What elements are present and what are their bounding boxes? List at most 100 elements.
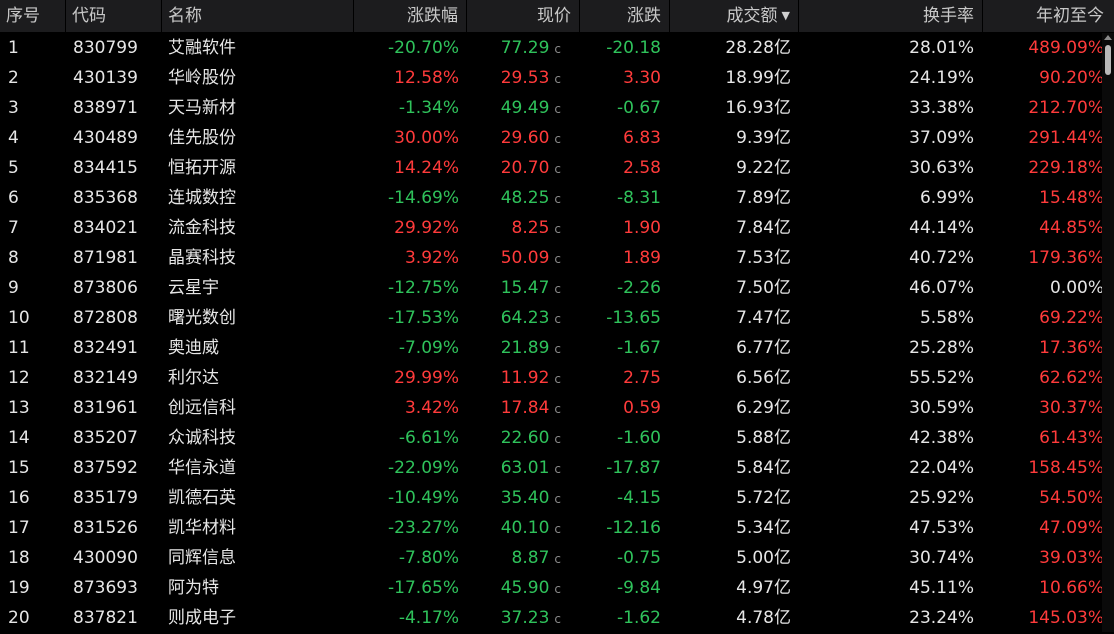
turnover-rate: 6.99% xyxy=(919,188,974,208)
scrollbar-thumb[interactable] xyxy=(1105,45,1111,75)
turnover-amount: 7.53亿 xyxy=(736,248,791,268)
stock-name: 天马新材 xyxy=(168,98,236,118)
stock-name: 则成电子 xyxy=(168,608,236,628)
ytd-change: 62.62% xyxy=(1039,368,1104,388)
row-index: 14 xyxy=(8,428,30,448)
current-price: 48.25 xyxy=(500,188,550,208)
price-change: -4.15 xyxy=(617,488,661,508)
turnover-rate: 5.58% xyxy=(919,308,974,328)
turnover-rate: 37.09% xyxy=(909,128,974,148)
current-price-cell: 77.29 c xyxy=(467,33,561,63)
table-row[interactable]: 12 832149 利尔达 29.99% 11.92 c 2.75 6.56亿 55.52% 62… xyxy=(0,363,1114,393)
price-flag: c xyxy=(554,72,561,86)
change-percent: 30.00% xyxy=(394,128,459,148)
table-row[interactable]: 1 830799 艾融软件 -20.70% 77.29 c -20.18 28.28亿 28.0… xyxy=(0,33,1114,63)
change-percent: -17.53% xyxy=(388,308,459,328)
column-header-turnover-rate[interactable]: 换手率 xyxy=(799,0,983,32)
turnover-amount: 16.93亿 xyxy=(725,98,791,118)
table-row[interactable]: 11 832491 奥迪威 -7.09% 21.89 c -1.67 6.77亿 25.28% 1… xyxy=(0,333,1114,363)
turnover-amount: 5.88亿 xyxy=(736,428,791,448)
turnover-rate: 28.01% xyxy=(909,38,974,58)
stock-code: 837592 xyxy=(73,458,138,478)
turnover-rate: 33.38% xyxy=(909,98,974,118)
ytd-change: 30.37% xyxy=(1039,398,1104,418)
table-row[interactable]: 3 838971 天马新材 -1.34% 49.49 c -0.67 16.93亿 33.38%… xyxy=(0,93,1114,123)
turnover-amount: 28.28亿 xyxy=(725,38,791,58)
table-row[interactable]: 20 837821 则成电子 -4.17% 37.23 c -1.62 4.78亿 23.24%… xyxy=(0,603,1114,633)
column-header-code-label: 代码 xyxy=(72,6,106,26)
column-header-ytd[interactable]: 年初至今 xyxy=(983,0,1114,32)
column-header-turnover-rate-label: 换手率 xyxy=(923,6,974,26)
current-price-cell: 49.49 c xyxy=(467,93,561,123)
current-price: 35.40 xyxy=(500,488,550,508)
row-index: 20 xyxy=(8,608,30,628)
table-row[interactable]: 7 834021 流金科技 29.92% 8.25 c 1.90 7.84亿 44.14% 44.… xyxy=(0,213,1114,243)
table-row[interactable]: 13 831961 创远信科 3.42% 17.84 c 0.59 6.29亿 30.59% 30… xyxy=(0,393,1114,423)
stock-name: 华岭股份 xyxy=(168,68,236,88)
price-flag: c xyxy=(554,582,561,596)
stock-code: 838971 xyxy=(73,98,138,118)
column-header-change[interactable]: 涨跌 xyxy=(580,0,670,32)
column-header-change-pct[interactable]: 涨跌幅 xyxy=(354,0,467,32)
table-row[interactable]: 17 831526 凯华材料 -23.27% 40.10 c -12.16 5.34亿 47.5… xyxy=(0,513,1114,543)
price-flag: c xyxy=(554,162,561,176)
ytd-change: 212.70% xyxy=(1028,98,1104,118)
ytd-change: 44.85% xyxy=(1039,218,1104,238)
column-header-code[interactable]: 代码 xyxy=(66,0,162,32)
turnover-rate: 30.63% xyxy=(909,158,974,178)
column-header-index-label: 序号 xyxy=(6,6,40,26)
table-row[interactable]: 19 873693 阿为特 -17.65% 45.90 c -9.84 4.97亿 45.11%… xyxy=(0,573,1114,603)
price-flag: c xyxy=(554,282,561,296)
stock-name: 云星宇 xyxy=(168,278,219,298)
stock-name: 佳先股份 xyxy=(168,128,236,148)
current-price: 40.10 xyxy=(500,518,550,538)
sort-desc-icon[interactable]: ▼ xyxy=(782,0,790,32)
current-price-cell: 63.01 c xyxy=(467,453,561,483)
current-price: 63.01 xyxy=(500,458,550,478)
price-flag: c xyxy=(554,372,561,386)
ytd-change: 61.43% xyxy=(1039,428,1104,448)
stock-code: 834021 xyxy=(73,218,138,238)
column-header-index[interactable]: 序号 xyxy=(0,0,66,32)
stock-name: 利尔达 xyxy=(168,368,219,388)
scroll-up-arrow-icon[interactable] xyxy=(1104,35,1112,40)
table-row[interactable]: 18 430090 同辉信息 -7.80% 8.87 c -0.75 5.00亿 30.74% 3… xyxy=(0,543,1114,573)
price-change: -8.31 xyxy=(617,188,661,208)
table-row[interactable]: 9 873806 云星宇 -12.75% 15.47 c -2.26 7.50亿 46.07% 0… xyxy=(0,273,1114,303)
table-row[interactable]: 2 430139 华岭股份 12.58% 29.53 c 3.30 18.99亿 24.19% 9… xyxy=(0,63,1114,93)
table-row[interactable]: 16 835179 凯德石英 -10.49% 35.40 c -4.15 5.72亿 25.92… xyxy=(0,483,1114,513)
stock-code: 430090 xyxy=(73,548,138,568)
current-price: 20.70 xyxy=(500,158,550,178)
vertical-scrollbar[interactable] xyxy=(1102,33,1114,632)
current-price-cell: 48.25 c xyxy=(467,183,561,213)
table-row[interactable]: 4 430489 佳先股份 30.00% 29.60 c 6.83 9.39亿 37.09% 29… xyxy=(0,123,1114,153)
turnover-amount: 5.72亿 xyxy=(736,488,791,508)
column-header-ytd-label: 年初至今 xyxy=(1036,6,1104,26)
ytd-change: 17.36% xyxy=(1039,338,1104,358)
table-row[interactable]: 8 871981 晶赛科技 3.92% 50.09 c 1.89 7.53亿 40.72% 179… xyxy=(0,243,1114,273)
change-percent: -22.09% xyxy=(388,458,459,478)
table-row[interactable]: 15 837592 华信永道 -22.09% 63.01 c -17.87 5.84亿 22.0… xyxy=(0,453,1114,483)
price-flag: c xyxy=(554,42,561,56)
change-percent: -12.75% xyxy=(388,278,459,298)
ytd-change: 47.09% xyxy=(1039,518,1104,538)
column-header-price[interactable]: 现价 xyxy=(467,0,580,32)
current-price: 8.25 xyxy=(511,218,550,238)
stock-name: 同辉信息 xyxy=(168,548,236,568)
table-row[interactable]: 10 872808 曙光数创 -17.53% 64.23 c -13.65 7.47亿 5.58… xyxy=(0,303,1114,333)
stock-name: 流金科技 xyxy=(168,218,236,238)
current-price: 64.23 xyxy=(500,308,550,328)
stock-code: 873693 xyxy=(73,578,138,598)
ytd-change: 10.66% xyxy=(1039,578,1104,598)
current-price: 29.60 xyxy=(500,128,550,148)
column-header-name[interactable]: 名称 xyxy=(162,0,354,32)
table-row[interactable]: 6 835368 连城数控 -14.69% 48.25 c -8.31 7.89亿 6.99% 1… xyxy=(0,183,1114,213)
column-header-turnover-amount[interactable]: 成交额 ▼ xyxy=(670,0,799,32)
current-price: 77.29 xyxy=(500,38,550,58)
table-row[interactable]: 14 835207 众诚科技 -6.61% 22.60 c -1.60 5.88亿 42.38%… xyxy=(0,423,1114,453)
table-row[interactable]: 5 834415 恒拓开源 14.24% 20.70 c 2.58 9.22亿 30.63% 22… xyxy=(0,153,1114,183)
current-price-cell: 20.70 c xyxy=(467,153,561,183)
price-flag: c xyxy=(554,192,561,206)
change-percent: 14.24% xyxy=(394,158,459,178)
stock-code: 871981 xyxy=(73,248,138,268)
